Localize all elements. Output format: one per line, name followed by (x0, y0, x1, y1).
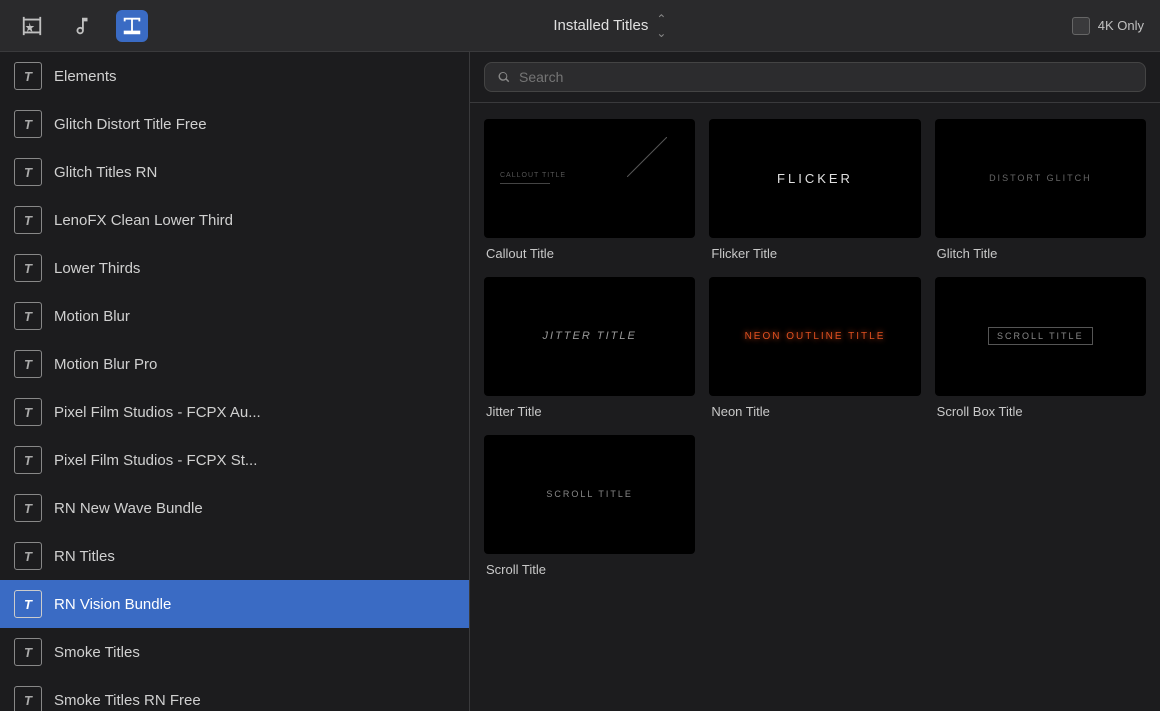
sidebar-item-smoke-titles[interactable]: T Smoke Titles (0, 628, 469, 676)
toolbar-right: 4K Only (1072, 17, 1144, 35)
title-icon: T (14, 686, 42, 711)
title-icon: T (14, 350, 42, 378)
title-icon: T (14, 62, 42, 90)
titles-icon[interactable] (116, 10, 148, 42)
sidebar-item-motion-blur[interactable]: T Motion Blur (0, 292, 469, 340)
installed-titles-label: Installed Titles (553, 17, 648, 34)
thumbnail-callout-title: CALLOUT TITLE (484, 119, 695, 238)
title-icon: T (14, 494, 42, 522)
thumbnail-scroll-box-title: SCROLL TITLE (935, 277, 1146, 396)
sidebar-item-label: RN Titles (54, 548, 115, 565)
sidebar: T Elements T Glitch Distort Title Free T… (0, 52, 470, 711)
thumbnail-glitch-title: DISTORT GLITCH (935, 119, 1146, 238)
sidebar-item-glitch-titles-rn[interactable]: T Glitch Titles RN (0, 148, 469, 196)
sidebar-item-label: RN New Wave Bundle (54, 500, 203, 517)
sidebar-item-rn-titles[interactable]: T RN Titles (0, 532, 469, 580)
music-icon[interactable] (66, 10, 98, 42)
title-icon: T (14, 590, 42, 618)
toolbar-icons (16, 10, 148, 42)
sidebar-item-label: Motion Blur Pro (54, 356, 157, 373)
sidebar-item-motion-blur-pro[interactable]: T Motion Blur Pro (0, 340, 469, 388)
sidebar-item-label: LenoFX Clean Lower Third (54, 212, 233, 229)
item-title-scroll-title: Scroll Title (484, 562, 695, 577)
sidebar-item-pixel-film-studios-fcpx-st[interactable]: T Pixel Film Studios - FCPX St... (0, 436, 469, 484)
sidebar-item-lower-thirds[interactable]: T Lower Thirds (0, 244, 469, 292)
search-bar (470, 52, 1160, 103)
item-title-glitch-title: Glitch Title (935, 246, 1146, 261)
grid-item-neon-title[interactable]: NEON OUTLINE TITLE Neon Title (709, 277, 920, 419)
sidebar-item-label: Elements (54, 68, 117, 85)
sidebar-item-label: Smoke Titles (54, 644, 140, 661)
sidebar-item-label: RN Vision Bundle (54, 596, 171, 613)
sidebar-item-label: Pixel Film Studios - FCPX St... (54, 452, 257, 469)
grid-item-flicker-title[interactable]: FLICKER Flicker Title (709, 119, 920, 261)
title-icon: T (14, 302, 42, 330)
toolbar: Installed Titles ⌃⌄ 4K Only (0, 0, 1160, 52)
main-content: T Elements T Glitch Distort Title Free T… (0, 52, 1160, 711)
title-icon: T (14, 398, 42, 426)
title-icon: T (14, 158, 42, 186)
content-panel: CALLOUT TITLE Callout Title FLICKER Flic… (470, 52, 1160, 711)
sidebar-item-rn-new-wave-bundle[interactable]: T RN New Wave Bundle (0, 484, 469, 532)
grid-item-scroll-title[interactable]: SCROLL TITLE Scroll Title (484, 435, 695, 577)
sidebar-item-label: Lower Thirds (54, 260, 140, 277)
thumbnail-flicker-title: FLICKER (709, 119, 920, 238)
sidebar-item-smoke-titles-rn-free[interactable]: T Smoke Titles RN Free (0, 676, 469, 711)
item-title-jitter-title: Jitter Title (484, 404, 695, 419)
title-icon: T (14, 254, 42, 282)
grid-item-jitter-title[interactable]: JITTER TITLE Jitter Title (484, 277, 695, 419)
title-icon: T (14, 638, 42, 666)
sidebar-item-label: Glitch Titles RN (54, 164, 157, 181)
sidebar-item-pixel-film-studios-fcpx-au[interactable]: T Pixel Film Studios - FCPX Au... (0, 388, 469, 436)
title-icon: T (14, 110, 42, 138)
four-k-checkbox[interactable] (1072, 17, 1090, 35)
sidebar-item-label: Pixel Film Studios - FCPX Au... (54, 404, 261, 421)
sidebar-item-glitch-distort-title-free[interactable]: T Glitch Distort Title Free (0, 100, 469, 148)
chevron-icon: ⌃⌄ (656, 12, 666, 40)
sidebar-item-elements[interactable]: T Elements (0, 52, 469, 100)
item-title-flicker-title: Flicker Title (709, 246, 920, 261)
thumbnail-jitter-title: JITTER TITLE (484, 277, 695, 396)
titles-grid: CALLOUT TITLE Callout Title FLICKER Flic… (470, 103, 1160, 711)
thumbnail-scroll-title: SCROLL TITLE (484, 435, 695, 554)
grid-item-scroll-box-title[interactable]: SCROLL TITLE Scroll Box Title (935, 277, 1146, 419)
toolbar-center: Installed Titles ⌃⌄ (148, 12, 1072, 40)
favorites-icon[interactable] (16, 10, 48, 42)
item-title-callout-title: Callout Title (484, 246, 695, 261)
sidebar-item-label: Smoke Titles RN Free (54, 692, 201, 709)
item-title-neon-title: Neon Title (709, 404, 920, 419)
title-icon: T (14, 206, 42, 234)
sidebar-item-lenofx-clean-lower-third[interactable]: T LenoFX Clean Lower Third (0, 196, 469, 244)
thumbnail-neon-title: NEON OUTLINE TITLE (709, 277, 920, 396)
sidebar-item-rn-vision-bundle[interactable]: T RN Vision Bundle (0, 580, 469, 628)
title-icon: T (14, 446, 42, 474)
installed-titles-dropdown[interactable]: Installed Titles ⌃⌄ (553, 12, 666, 40)
sidebar-item-label: Motion Blur (54, 308, 130, 325)
item-title-scroll-box-title: Scroll Box Title (935, 404, 1146, 419)
grid-item-callout-title[interactable]: CALLOUT TITLE Callout Title (484, 119, 695, 261)
grid-item-glitch-title[interactable]: DISTORT GLITCH Glitch Title (935, 119, 1146, 261)
sidebar-item-label: Glitch Distort Title Free (54, 116, 207, 133)
title-icon: T (14, 542, 42, 570)
search-icon (497, 70, 511, 84)
search-wrapper (484, 62, 1146, 92)
four-k-label: 4K Only (1098, 18, 1144, 33)
search-input[interactable] (519, 69, 1133, 85)
